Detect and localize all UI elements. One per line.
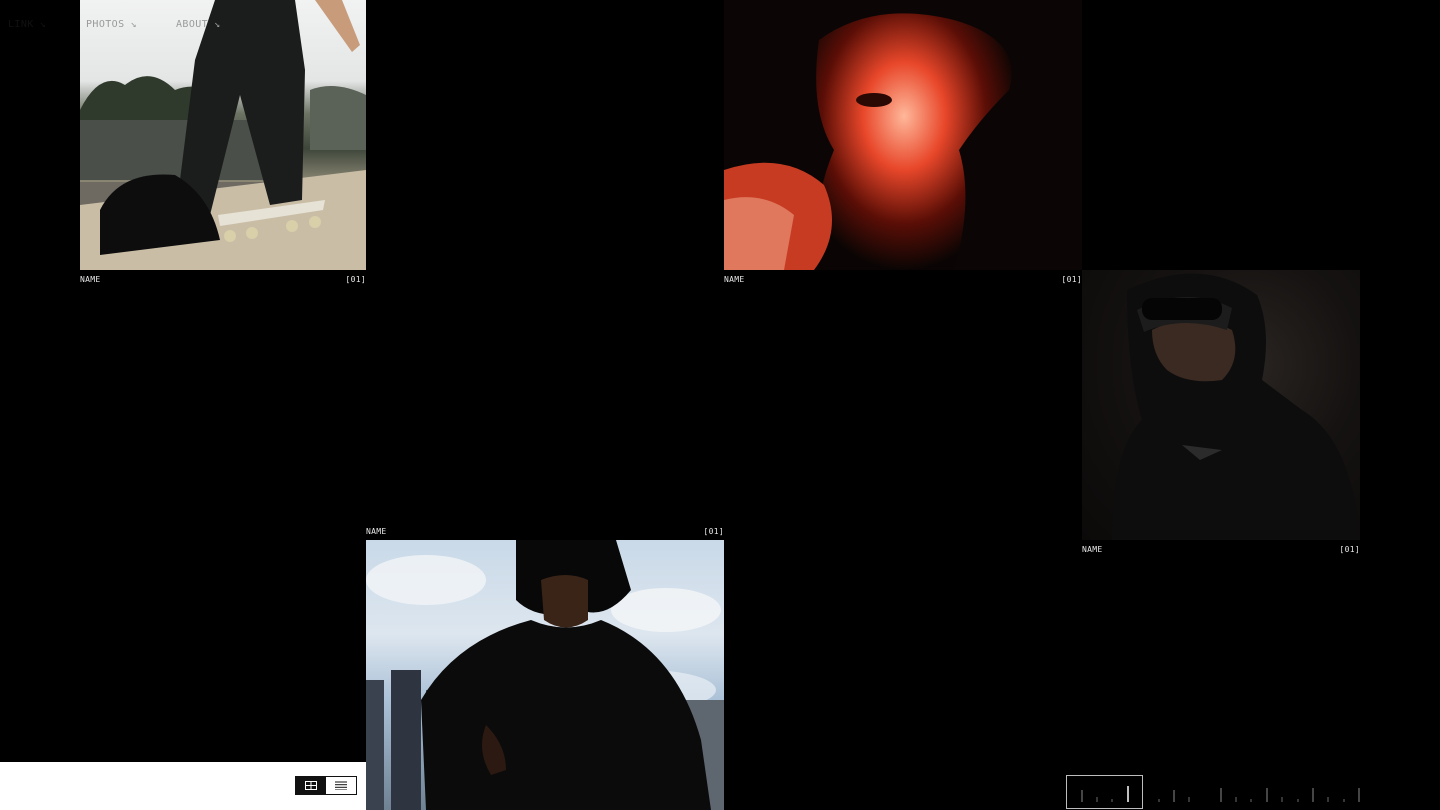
list-icon [335,781,347,790]
photo-caption: NAME [01] [1082,543,1360,555]
grid-icon [305,781,317,790]
photo-index: [01] [1061,274,1082,284]
photo-caption: NAME [01] [80,273,366,285]
arrow-down-right-icon: ↘ [39,18,47,30]
photo-name: NAME [1082,544,1103,554]
photo-index: [01] [703,526,724,536]
nav-link-link[interactable]: LINK ↘ [8,0,46,48]
photo-index: [01] [345,274,366,284]
gallery-canvas: NAME [01] NAME [01] NAME [01] NAME [01] … [0,0,1440,810]
photo-index: [01] [1339,544,1360,554]
arrow-down-right-icon: ↘ [130,18,137,30]
nav-about-label: ABOUT [176,18,209,30]
photo-hooded-figure[interactable] [1082,270,1360,540]
timeline-scrubber[interactable] [1066,775,1360,810]
photo-sky-portrait[interactable] [366,540,724,810]
nav-link-label: LINK [8,18,34,30]
wrapped-figure-image [724,0,1082,270]
grid-view-button[interactable] [296,777,326,794]
nav-photos-label: PHOTOS [86,18,125,30]
nav-link-about[interactable]: ABOUT ↘ [176,0,221,48]
arrow-down-right-icon: ↘ [214,18,221,30]
view-toggle [295,776,357,795]
photo-caption: NAME [01] [724,273,1082,285]
scrubber-ticks [1081,786,1360,802]
photo-caption: NAME [01] [366,525,724,537]
sky-portrait-image [366,540,724,810]
nav-link-photos[interactable]: PHOTOS ↘ [86,0,137,48]
photo-name: NAME [724,274,745,284]
photo-name: NAME [80,274,101,284]
list-view-button[interactable] [326,777,356,794]
photo-wrapped-figure[interactable] [724,0,1082,270]
hooded-figure-image [1112,273,1360,540]
photo-name: NAME [366,526,387,536]
